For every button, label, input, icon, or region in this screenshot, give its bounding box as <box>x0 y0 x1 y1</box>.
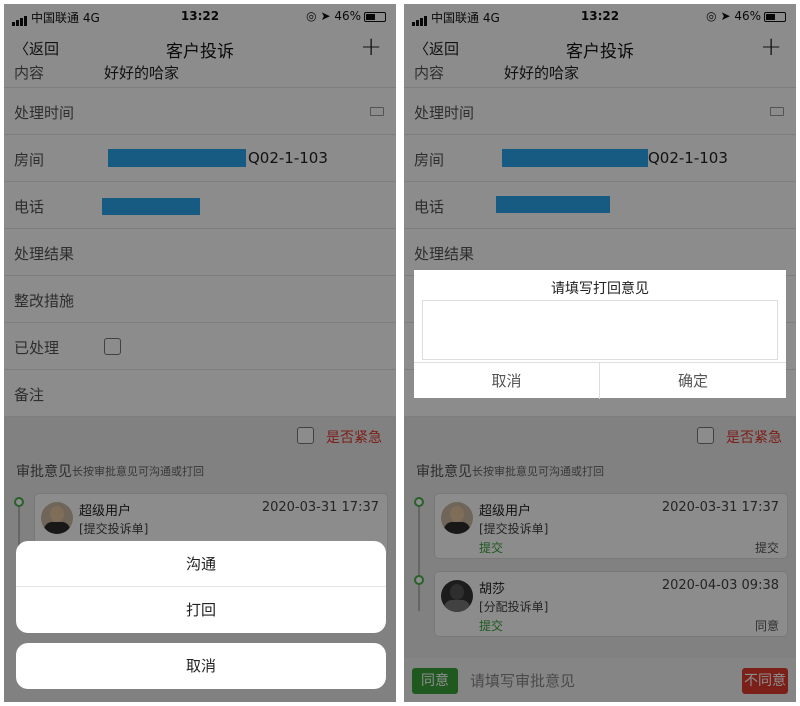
right-screen: 中国联通 4G 13:22 ◎ ➤ 46% 〈返回 客户投诉 + 内容 好好的哈家… <box>404 4 796 702</box>
action-sheet: 沟通 打回 <box>16 541 386 633</box>
communicate-button[interactable]: 沟通 <box>16 541 386 587</box>
dialog-confirm-button[interactable]: 确定 <box>600 363 786 399</box>
dialog-cancel-button[interactable]: 取消 <box>414 363 600 399</box>
reject-opinion-dialog: 请填写打回意见 取消 确定 <box>414 270 786 399</box>
left-screen: 中国联通 4G 13:22 ◎ ➤ 46% 〈返回 客户投诉 + 内容 好好的哈家… <box>4 4 396 702</box>
reject-opinion-textarea[interactable] <box>422 300 778 360</box>
dialog-title: 请填写打回意见 <box>551 281 649 297</box>
dialog-buttons: 取消 确定 <box>414 362 786 399</box>
action-sheet-cancel: 取消 <box>16 643 386 689</box>
reject-button[interactable]: 打回 <box>16 587 386 633</box>
cancel-button[interactable]: 取消 <box>16 643 386 689</box>
